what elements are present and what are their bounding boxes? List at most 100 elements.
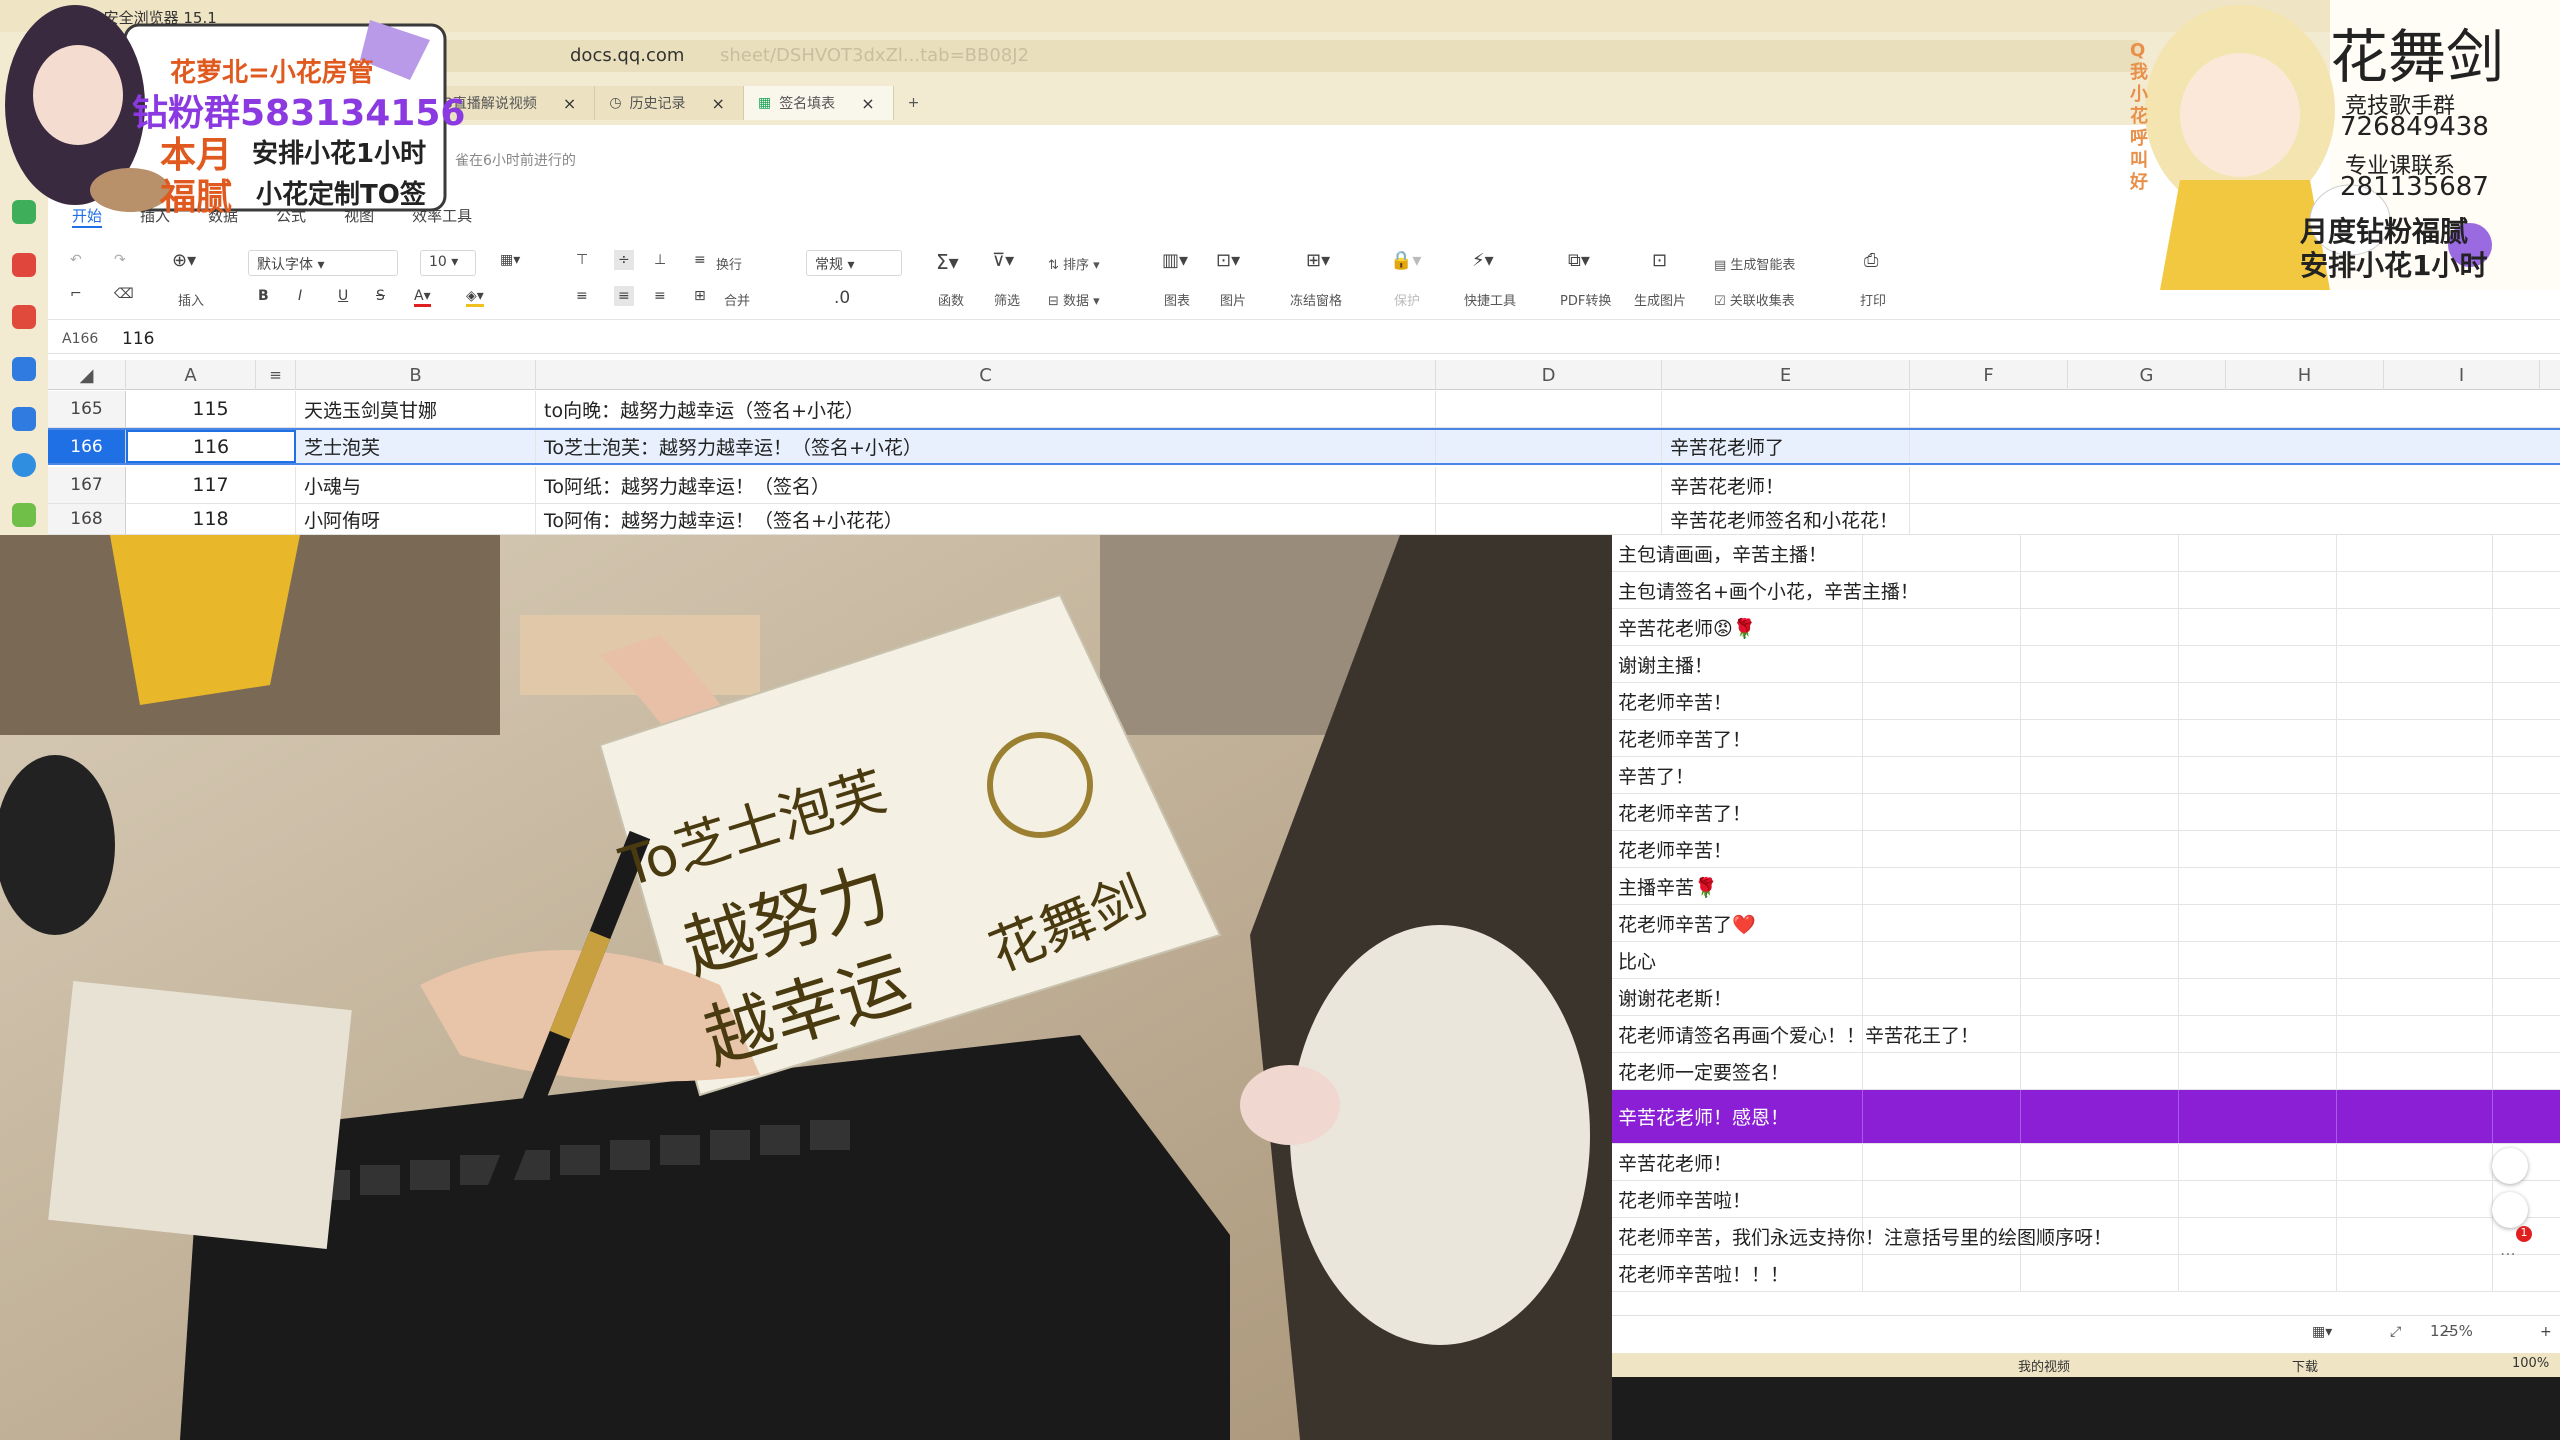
func-label[interactable]: 函数 [938,290,964,309]
undo-icon[interactable]: ↶ [70,252,82,268]
number-format-select[interactable]: 常规 ▾ [806,250,902,276]
table-row[interactable]: 167 117 小魂与 To阿纸：越努力越幸运！（签名） 辛苦花老师！ [48,467,2560,504]
comment-text[interactable]: 花老师辛苦啦！！！ [1618,1255,1789,1291]
merge-icon[interactable]: ⊞ [694,288,706,304]
row-number[interactable]: 165 [48,391,126,427]
comment-row[interactable]: 花老师辛苦啦！ [1612,1181,2560,1218]
redo-icon[interactable]: ↷ [114,252,126,268]
comment-row-highlighted[interactable]: 辛苦花老师！感恩！ [1612,1090,2560,1144]
cell-d[interactable] [1436,467,1662,503]
border-icon[interactable]: ▦▾ [500,252,520,268]
smart-form-button[interactable]: ▤ 生成智能表 [1714,254,1795,273]
align-middle-icon[interactable]: ÷ [614,250,634,270]
note-icon[interactable] [12,357,36,381]
comment-text[interactable]: 辛苦花老师！感恩！ [1618,1090,1789,1143]
formula-input[interactable]: 116 [122,329,154,349]
quick-tools-icon[interactable]: ⚡▾ [1472,250,1494,271]
format-painter-icon[interactable]: ⌐ [70,286,82,302]
strikethrough-icon[interactable]: S [376,288,385,304]
video-icon[interactable] [12,305,36,329]
cell-c[interactable]: To阿侑：越努力越幸运！（签名+小花花） [536,504,1436,534]
col-header-e[interactable]: E [1662,360,1910,390]
ai-assistant-icon[interactable] [2492,1148,2528,1184]
cell-a[interactable]: 115 [126,391,296,427]
col-header-d[interactable]: D [1436,360,1662,390]
docs-icon[interactable] [12,407,36,431]
comment-row[interactable]: 主播辛苦🌹 [1612,868,2560,905]
comment-row[interactable]: 花老师辛苦了！ [1612,720,2560,757]
shirt-icon[interactable] [2492,1192,2528,1228]
col-header-c[interactable]: C [536,360,1436,390]
table-row-selected[interactable]: 166 116 芝士泡芙 To芝士泡芙：越努力越幸运！（签名+小花） 辛苦花老师… [48,428,2560,465]
protect-label[interactable]: 保护 [1394,290,1420,309]
col-header-h[interactable]: H [2226,360,2384,390]
cell-d[interactable] [1436,391,1662,427]
pdf-convert-label[interactable]: PDF转换 [1560,290,1611,309]
table-row[interactable]: 168 118 小阿侑呀 To阿侑：越努力越幸运！（签名+小花花） 辛苦花老师签… [48,504,2560,535]
align-bottom-icon[interactable]: ⊥ [654,252,666,268]
comment-row[interactable]: 花老师辛苦了！ [1612,794,2560,831]
decimal-label[interactable]: .0 [834,288,850,308]
cell-e[interactable] [1662,391,1910,427]
tab-sign-form[interactable]: ▦ 签名填表 × [743,86,894,120]
align-left-icon[interactable]: ≡ [576,288,588,304]
font-color-icon[interactable]: A▾ [414,288,431,307]
chart-label[interactable]: 图表 [1164,290,1190,309]
comment-text[interactable]: 辛苦花老师！ [1618,1144,1732,1180]
translate-icon[interactable] [12,453,36,477]
cell-b[interactable]: 小魂与 [296,467,536,503]
comment-text[interactable]: 比心 [1618,942,1656,978]
data-button[interactable]: ⊟ 数据 ▾ [1048,290,1100,309]
col-header-i[interactable]: I [2384,360,2540,390]
cell-b[interactable]: 天选玉剑莫甘娜 [296,391,536,427]
zoom-level[interactable]: 125% [2430,1322,2473,1340]
cell-e[interactable]: 辛苦花老师！ [1662,467,1910,503]
close-tab-icon[interactable]: × [861,94,874,113]
my-video-label[interactable]: 我的视频 [2018,1356,2070,1375]
gen-image-icon[interactable]: ⊡ [1652,250,1667,271]
fullscreen-icon[interactable]: ⤢ [2390,1324,2401,1340]
comment-text[interactable]: 主包请画画，辛苦主播！ [1618,535,1827,571]
comment-row[interactable]: 谢谢花老斯！ [1612,979,2560,1016]
close-tab-icon[interactable]: × [563,94,576,113]
comment-text[interactable]: 谢谢主播！ [1618,646,1713,682]
cell-a[interactable]: 118 [126,504,296,534]
comment-text[interactable]: 花老师辛苦了❤️ [1618,905,1756,941]
image-icon[interactable]: ⊡▾ [1216,250,1240,271]
wrap-icon[interactable]: ≡ [694,252,706,268]
url-host[interactable]: docs.qq.com [570,45,684,66]
freeze-icon[interactable]: ⊞▾ [1306,250,1330,271]
address-bar[interactable] [430,40,2140,72]
comment-row[interactable]: 比心 [1612,942,2560,979]
cell-b[interactable]: 芝士泡芙 [296,430,536,463]
zoom-in-icon[interactable]: + [2540,1324,2552,1340]
eraser-icon[interactable]: ⌫ [114,286,134,302]
print-icon[interactable]: ⎙ [1864,250,1878,271]
comment-row[interactable]: 花老师辛苦了❤️ [1612,905,2560,942]
select-all-corner[interactable]: ◢ [48,360,126,390]
cell-d[interactable] [1436,430,1662,463]
comment-row[interactable]: 花老师辛苦！ [1612,831,2560,868]
comment-row[interactable]: 花老师辛苦！ [1612,683,2560,720]
row-number[interactable]: 168 [48,504,126,534]
filter-icon[interactable]: ≡ [256,360,296,390]
wrap-label[interactable]: 换行 [716,254,742,273]
scissors-icon[interactable] [12,503,36,527]
cell-c[interactable]: to向晚：越努力越幸运（签名+小花） [536,391,1436,427]
comment-text[interactable]: 花老师辛苦了！ [1618,720,1751,756]
cell-b[interactable]: 小阿侑呀 [296,504,536,534]
lock-icon[interactable]: 🔒▾ [1390,250,1421,271]
close-tab-icon[interactable]: × [712,94,725,113]
gen-image-label[interactable]: 生成图片 [1634,290,1686,309]
fill-color-icon[interactable]: ◈▾ [466,288,484,307]
font-select[interactable]: 默认字体 ▾ [248,250,398,276]
align-center-icon[interactable]: ≡ [614,286,634,306]
align-right-icon[interactable]: ≡ [654,288,666,304]
comment-text[interactable]: 花老师辛苦！ [1618,831,1732,867]
comment-text[interactable]: 辛苦了！ [1618,757,1694,793]
comment-row[interactable]: 花老师一定要签名！ [1612,1053,2560,1090]
comment-text[interactable]: 花老师辛苦了！ [1618,794,1751,830]
cell-d[interactable] [1436,504,1662,534]
cell-a[interactable]: 117 [126,467,296,503]
comment-text[interactable]: 主包请签名+画个小花，辛苦主播！ [1618,572,1919,608]
